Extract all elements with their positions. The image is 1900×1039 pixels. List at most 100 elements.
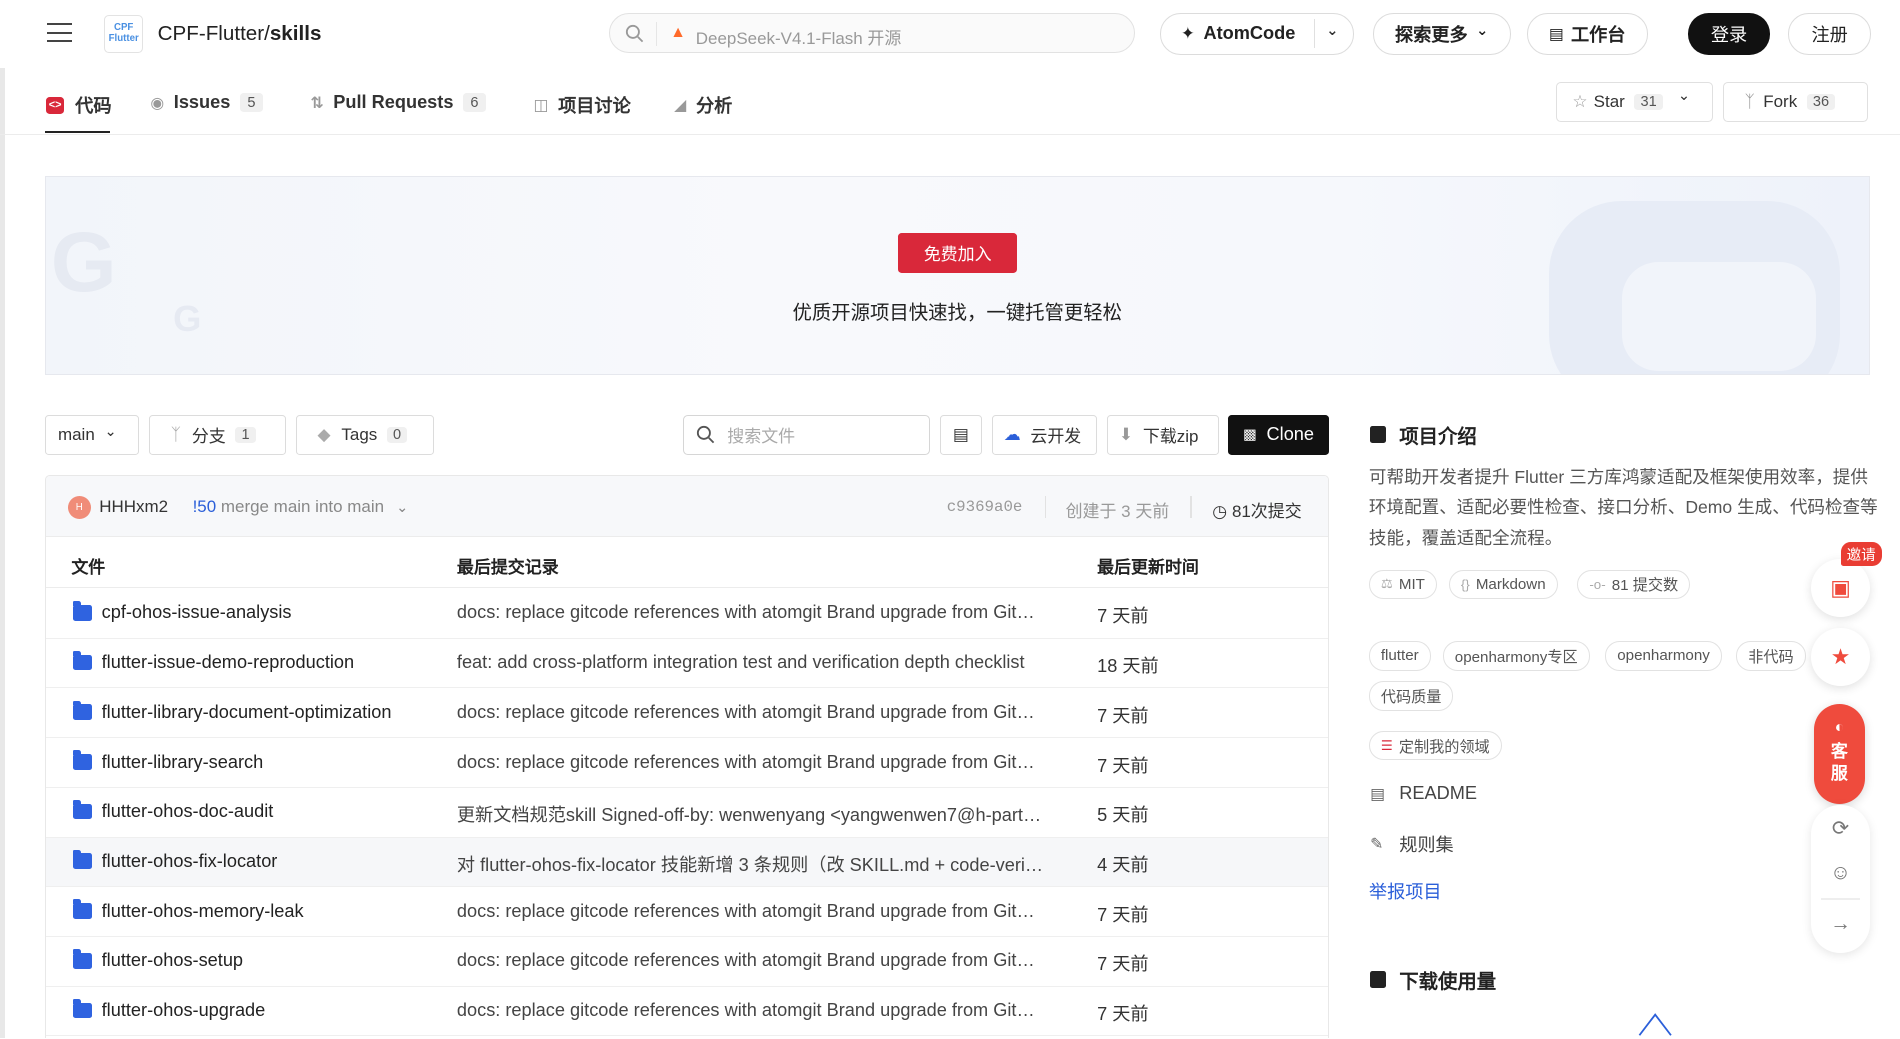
table-row[interactable]: flutter-library-search docs: replace gitc… [45,738,1328,788]
fork-button[interactable]: ᛉ Fork 36 [1722,82,1869,123]
updated-time: 5 天前 [1097,805,1149,826]
commit-count[interactable]: ◷ 81次提交 [1212,497,1301,522]
clock-icon: ◷ [1212,501,1228,521]
tab-discussions[interactable]: ◫ 项目讨论 [534,92,631,118]
briefcase-icon: ▤ [1548,25,1564,43]
customer-service-button[interactable]: ◐ 客 服 [1813,704,1865,804]
branches-button[interactable]: ᛉ 分支 1 [149,414,287,455]
commit-text: merge main into main [220,496,385,516]
global-search[interactable]: ▲ DeepSeek-V4.1-Flash 开源 [608,13,1135,54]
chart-peak-icon [1638,1013,1672,1037]
register-button[interactable]: 注册 [1788,13,1871,55]
gift-button[interactable]: ▣ [1811,558,1870,618]
repo-logo[interactable]: CPF Flutter [104,14,144,54]
hamburger-menu-icon[interactable] [47,17,72,49]
commit-icon: -o- [1589,576,1606,592]
table-row[interactable]: flutter-issue-demo-reproduction feat: add… [45,638,1328,689]
topic-tag[interactable]: openharmony专区 [1442,641,1590,671]
file-name-link[interactable]: flutter-library-search [102,752,405,773]
commit-message-link[interactable]: docs: replace gitcode references with at… [457,950,1046,971]
file-name-link[interactable]: flutter-library-document-optimization [102,702,405,723]
commit-author[interactable]: HHHxm2 [99,497,168,517]
file-name-link[interactable]: flutter-ohos-fix-locator [102,851,405,872]
commit-message-link[interactable]: 更新文档规范skill Signed-off-by: wenwenyang <y… [457,801,1046,827]
workbench-button[interactable]: ▤ 工作台 [1526,13,1648,55]
search-placeholder[interactable]: DeepSeek-V4.1-Flash 开源 [696,24,902,49]
commit-message-link[interactable]: docs: replace gitcode references with at… [457,702,1046,723]
free-join-button[interactable]: 免费加入 [898,232,1018,273]
tab-issues[interactable]: ◉ Issues 5 [150,92,263,113]
atomcode-button[interactable]: ✦ AtomCode ⌄ [1160,13,1355,55]
custom-domain-button[interactable]: ☰ 定制我的领域 [1368,731,1502,761]
table-row[interactable]: cpf-ohos-issue-analysis docs: replace git… [45,589,1328,639]
language-pill[interactable]: {} Markdown [1448,569,1558,599]
cloud-dev-button[interactable]: ☁ 云开发 [991,414,1098,455]
tags-button[interactable]: ◆ Tags 0 [295,414,435,455]
commit-message-link[interactable]: feat: add cross-platform integration tes… [457,652,1046,673]
clone-button[interactable]: ▩ Clone [1228,414,1329,455]
tab-pull-requests[interactable]: ⇅ Pull Requests 6 [310,92,486,113]
pr-link[interactable]: !50 [193,497,217,516]
tab-code[interactable]: <> 代码 [46,92,112,118]
topic-tag[interactable]: 非代码 [1736,641,1806,671]
repo-title[interactable]: CPF-Flutter/skills [158,22,322,46]
rules-link[interactable]: ✎ 规则集 [1370,831,1454,857]
download-icon [1370,971,1386,989]
topic-tag[interactable]: flutter [1368,641,1431,671]
custom-domain-label: 定制我的领域 [1398,738,1490,756]
commit-message-link[interactable]: docs: replace gitcode references with at… [457,602,1046,623]
file-name-link[interactable]: flutter-ohos-doc-audit [102,801,405,822]
commit-message-link[interactable]: docs: replace gitcode references with at… [457,901,1046,922]
commit-message-link[interactable]: docs: replace gitcode references with at… [457,1000,1046,1021]
file-search-input[interactable]: 搜索文件 [682,414,930,455]
file-name-link[interactable]: flutter-issue-demo-reproduction [102,652,405,673]
file-name-link[interactable]: flutter-ohos-memory-leak [102,901,405,922]
page: CPF Flutter CPF-Flutter/skills ▲ DeepSee… [0,0,1900,1038]
arrow-right-icon[interactable]: → [1828,912,1852,936]
tab-analysis[interactable]: ◢ 分析 [674,92,732,118]
commit-message[interactable]: !50 merge main into main ⌄ [193,497,409,517]
smile-icon[interactable]: ☺ [1828,861,1852,885]
file-name-link[interactable]: flutter-ohos-setup [102,950,405,971]
star-button[interactable]: ☆ Star 31 ⌄ [1555,82,1714,123]
branch-select[interactable]: main ⌄ [44,414,140,455]
commit-message-link[interactable]: docs: replace gitcode references with at… [457,752,1046,773]
login-button[interactable]: 登录 [1687,13,1771,55]
table-row[interactable]: flutter-ohos-doc-audit 更新文档规范skill Signed… [45,787,1328,838]
sparkle-icon: ✦ [1180,23,1195,43]
refresh-icon[interactable]: ⟳ [1828,817,1852,841]
commits-pill[interactable]: -o- 81 提交数 [1577,569,1691,599]
commit-hash[interactable]: c9369a0e [947,498,1023,516]
document-icon [1370,425,1386,443]
table-row[interactable]: flutter-ohos-setup docs: replace gitcode … [45,937,1328,987]
file-name-link[interactable]: flutter-ohos-upgrade [102,1000,405,1021]
chevron-down-icon[interactable]: ⌄ [1326,23,1338,39]
trophy-button[interactable]: ★ [1811,628,1870,687]
license-pill[interactable]: ⚖ MIT [1368,569,1437,599]
topic-tag[interactable]: 代码质量 [1368,681,1454,711]
explore-button[interactable]: 探索更多 ⌄ [1372,13,1511,55]
table-row[interactable]: flutter-ohos-memory-leak docs: replace gi… [45,887,1328,938]
table-row[interactable]: flutter-ohos-upgrade docs: replace gitcod… [45,986,1328,1037]
repo-name[interactable]: skills [270,22,322,45]
table-row[interactable]: flutter-library-document-optimization doc… [45,688,1328,739]
topic-tag[interactable]: openharmony [1605,641,1722,671]
chevron-down-icon[interactable]: ⌄ [396,500,408,516]
readme-link[interactable]: ▤ README [1370,783,1477,804]
download-zip-button[interactable]: ⬇ 下载zip [1107,414,1219,455]
pull-request-icon: ⇅ [310,94,324,112]
chevron-down-icon[interactable]: ⌄ [1678,88,1690,104]
folder-icon [72,700,92,720]
table-row[interactable]: flutter-ohos-fix-locator 对 flutter-ohos-f… [45,837,1328,888]
file-name-link[interactable]: cpf-ohos-issue-analysis [102,602,405,623]
web-ide-button[interactable]: ▤ [939,414,983,455]
repo-owner[interactable]: CPF-Flutter/ [158,22,270,45]
pr-count-badge: 6 [463,93,486,112]
invite-badge[interactable]: 邀请 [1840,541,1882,567]
tab-label: Pull Requests [333,92,454,113]
commit-message-link[interactable]: 对 flutter-ohos-fix-locator 技能新增 3 条规则（改 … [457,851,1046,877]
chevron-down-icon: ⌄ [1476,22,1489,39]
monitor-icon: ▤ [952,424,969,444]
avatar[interactable]: H [67,495,91,519]
report-project-link[interactable]: 举报项目 [1369,878,1442,904]
